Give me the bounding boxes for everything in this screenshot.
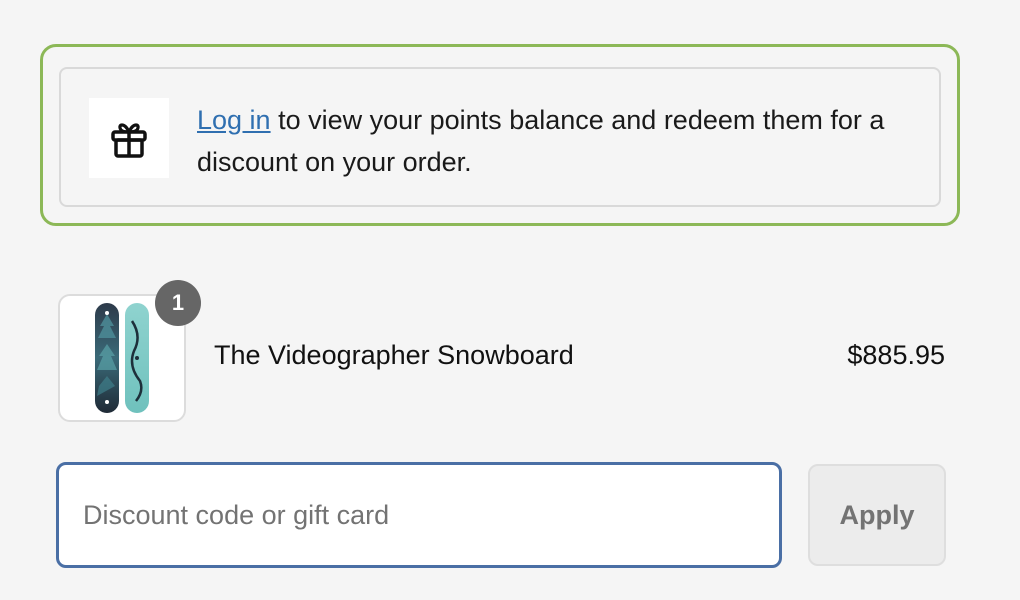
product-price: $885.95	[847, 340, 945, 370]
apply-button[interactable]: Apply	[808, 464, 946, 566]
loyalty-banner-content: Log in to view your points balance and r…	[59, 67, 941, 207]
gift-icon	[89, 98, 169, 178]
login-link[interactable]: Log in	[197, 105, 271, 135]
product-name: The Videographer Snowboard	[214, 340, 574, 370]
loyalty-banner: Log in to view your points balance and r…	[40, 44, 960, 226]
quantity-badge: 1	[155, 280, 201, 326]
loyalty-message-text: to view your points balance and redeem t…	[197, 105, 885, 177]
checkout-summary: Log in to view your points balance and r…	[0, 0, 1020, 600]
loyalty-message: Log in to view your points balance and r…	[197, 99, 927, 183]
discount-code-input[interactable]	[56, 462, 782, 568]
